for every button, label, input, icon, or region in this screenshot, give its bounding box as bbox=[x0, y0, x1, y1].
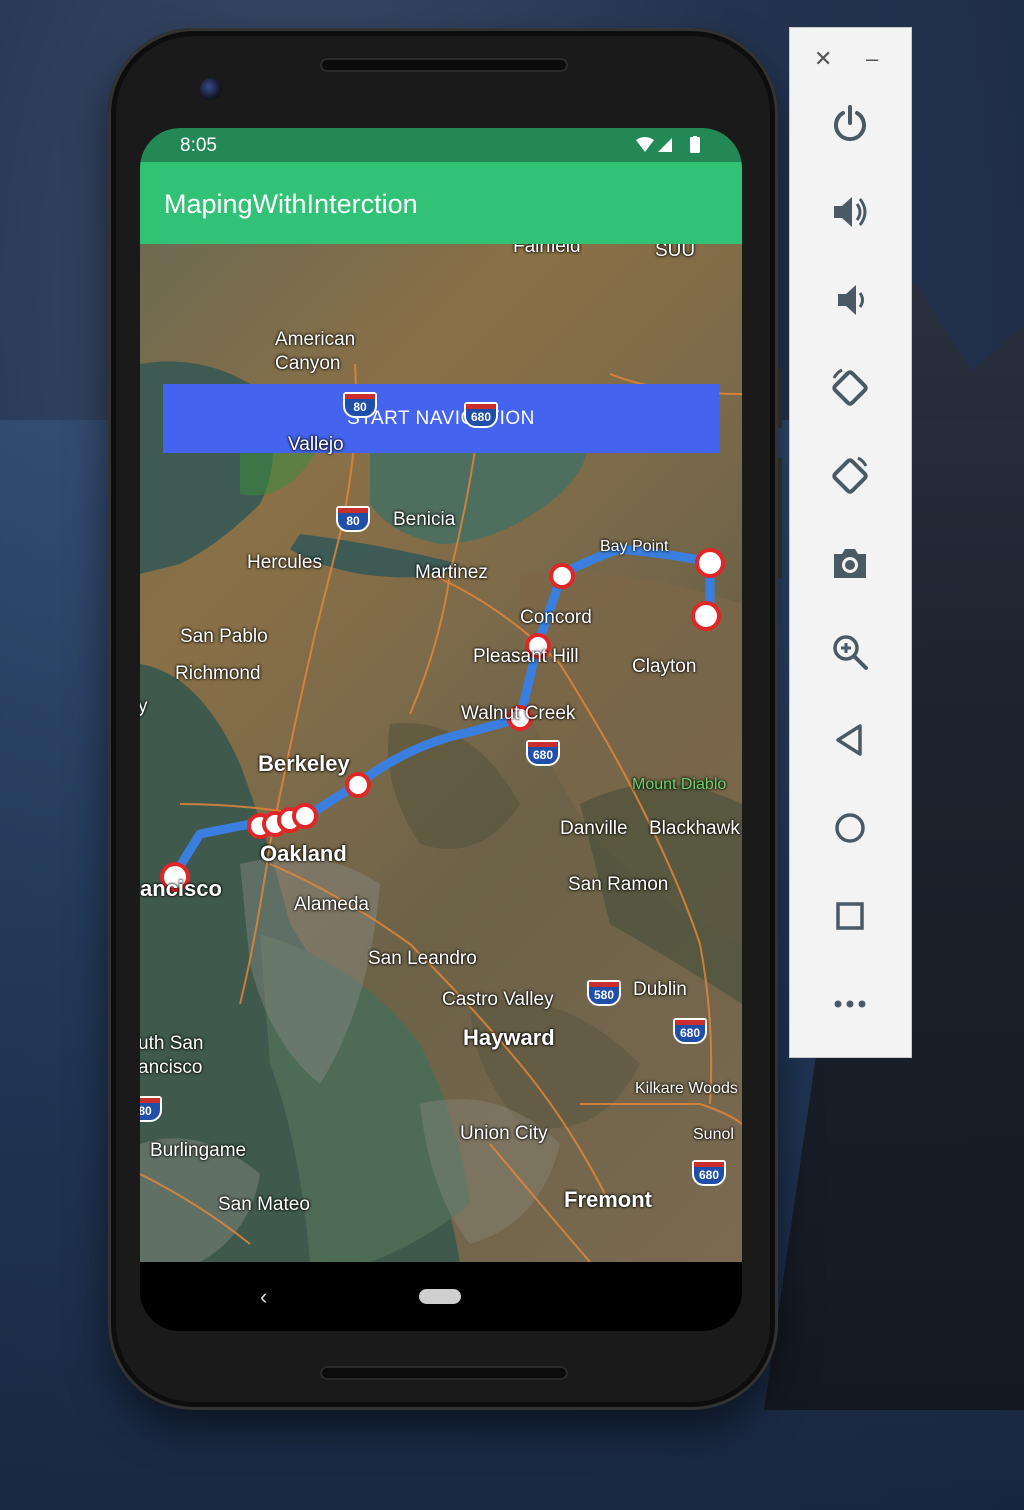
power-button[interactable] bbox=[822, 96, 878, 152]
map-label: Burlingame bbox=[150, 1140, 247, 1161]
interstate-shield: 80 bbox=[140, 1096, 162, 1122]
waypoint-marker bbox=[691, 601, 721, 631]
map-label: y bbox=[140, 696, 148, 717]
map-label: Dublin bbox=[633, 979, 687, 1000]
map-label: Sunol bbox=[693, 1126, 734, 1143]
map-label: Martinez bbox=[415, 562, 488, 583]
interstate-shield: 680 bbox=[673, 1018, 707, 1044]
map-label: Union City bbox=[460, 1123, 548, 1144]
nav-back-icon[interactable]: ‹ bbox=[260, 1284, 267, 1310]
map-label: Berkeley bbox=[258, 751, 350, 776]
map-label: Concord bbox=[520, 607, 592, 628]
phone-frame: 8:05 MapingWithInterction START NAVIGATI… bbox=[108, 28, 782, 1410]
interstate-shield: 680 bbox=[526, 740, 560, 766]
map-label: Castro Valley bbox=[442, 989, 554, 1010]
interstate-shield: 680 bbox=[692, 1160, 726, 1186]
map-label: uth San ancisco bbox=[140, 1033, 204, 1078]
camera-icon bbox=[834, 549, 866, 578]
rotate-left-button[interactable] bbox=[822, 360, 878, 416]
nav-home-pill[interactable] bbox=[419, 1289, 461, 1304]
map-label: San Leandro bbox=[368, 948, 477, 969]
rotate-left-icon bbox=[832, 368, 868, 406]
app-title: MapingWithInterction bbox=[164, 189, 418, 219]
rotate-right-icon bbox=[832, 456, 868, 494]
power-icon bbox=[834, 105, 866, 142]
map-label: Oakland bbox=[260, 841, 347, 866]
map-label: Bay Point bbox=[600, 538, 669, 555]
more-dots-icon bbox=[834, 1000, 866, 1008]
map-label: Fairfield bbox=[513, 244, 581, 257]
zoom-icon bbox=[833, 635, 868, 670]
emulator-toolbar: ✕ – bbox=[790, 28, 911, 1057]
interstate-shield: 80 bbox=[343, 392, 377, 418]
map-label: Pleasant Hill bbox=[473, 646, 579, 667]
back-button[interactable] bbox=[822, 712, 878, 768]
map-label: Mount Diablo bbox=[632, 776, 727, 793]
battery-icon bbox=[690, 137, 700, 153]
waypoint-marker bbox=[345, 772, 371, 798]
status-bar: 8:05 bbox=[140, 128, 742, 162]
bottom-speaker bbox=[320, 1366, 568, 1380]
waypoint-marker bbox=[292, 803, 318, 829]
start-navigation-button[interactable]: START NAVIGATION bbox=[163, 384, 719, 453]
map-label: Alameda bbox=[294, 894, 369, 915]
volume-down-button[interactable] bbox=[822, 272, 878, 328]
interstate-shield: 680 bbox=[464, 402, 498, 428]
earpiece-speaker bbox=[320, 58, 568, 72]
power-key bbox=[778, 368, 782, 428]
map-label: Fremont bbox=[564, 1187, 652, 1212]
map-label: Kilkare Woods bbox=[635, 1080, 738, 1097]
map-label: San Mateo bbox=[218, 1194, 310, 1215]
rotate-right-button[interactable] bbox=[822, 448, 878, 504]
wifi-icon bbox=[636, 137, 654, 152]
map-label: Richmond bbox=[175, 663, 261, 684]
map-label: Hayward bbox=[463, 1025, 555, 1050]
status-time: 8:05 bbox=[180, 135, 217, 156]
signal-icon bbox=[658, 138, 672, 152]
map-label: Benicia bbox=[393, 509, 456, 530]
map-label: American Canyon bbox=[275, 329, 356, 374]
volume-down-icon bbox=[838, 285, 864, 315]
system-nav-bar: ‹ bbox=[140, 1262, 742, 1331]
status-icons bbox=[634, 135, 704, 159]
waypoint-marker bbox=[549, 563, 575, 589]
map-label: San Pablo bbox=[180, 626, 268, 647]
map-label: Hercules bbox=[247, 552, 322, 573]
map-label: SUU bbox=[655, 244, 696, 261]
map-label: Vallejo bbox=[288, 434, 344, 455]
device-screen: 8:05 MapingWithInterction START NAVIGATI… bbox=[140, 128, 742, 1331]
app-bar: MapingWithInterction bbox=[140, 162, 742, 244]
front-camera bbox=[200, 78, 222, 100]
volume-up-button[interactable] bbox=[822, 184, 878, 240]
volume-key bbox=[778, 458, 782, 578]
interstate-shield: 580 bbox=[587, 980, 621, 1006]
zoom-button[interactable] bbox=[822, 624, 878, 680]
map-label: Danville bbox=[560, 818, 628, 839]
minimize-icon[interactable]: – bbox=[866, 46, 878, 72]
home-circle-icon bbox=[835, 813, 865, 843]
map-label: Clayton bbox=[632, 656, 697, 677]
map-label: Walnut Creek bbox=[461, 703, 576, 724]
map-label: San Ramon bbox=[568, 874, 669, 895]
close-icon[interactable]: ✕ bbox=[814, 46, 832, 72]
waypoint-marker bbox=[695, 548, 725, 578]
interstate-shield: 80 bbox=[336, 506, 370, 532]
volume-up-icon bbox=[834, 197, 867, 227]
overview-square-icon bbox=[836, 902, 864, 930]
map-view[interactable]: START NAVIGATION Fairfield SUU American … bbox=[140, 244, 742, 1262]
map-label: ancisco bbox=[140, 876, 222, 901]
overview-button[interactable] bbox=[822, 888, 878, 944]
more-button[interactable] bbox=[822, 976, 878, 1032]
home-button[interactable] bbox=[822, 800, 878, 856]
back-triangle-icon bbox=[836, 724, 862, 756]
map-label: Blackhawk bbox=[649, 818, 740, 839]
screenshot-button[interactable] bbox=[822, 536, 878, 592]
